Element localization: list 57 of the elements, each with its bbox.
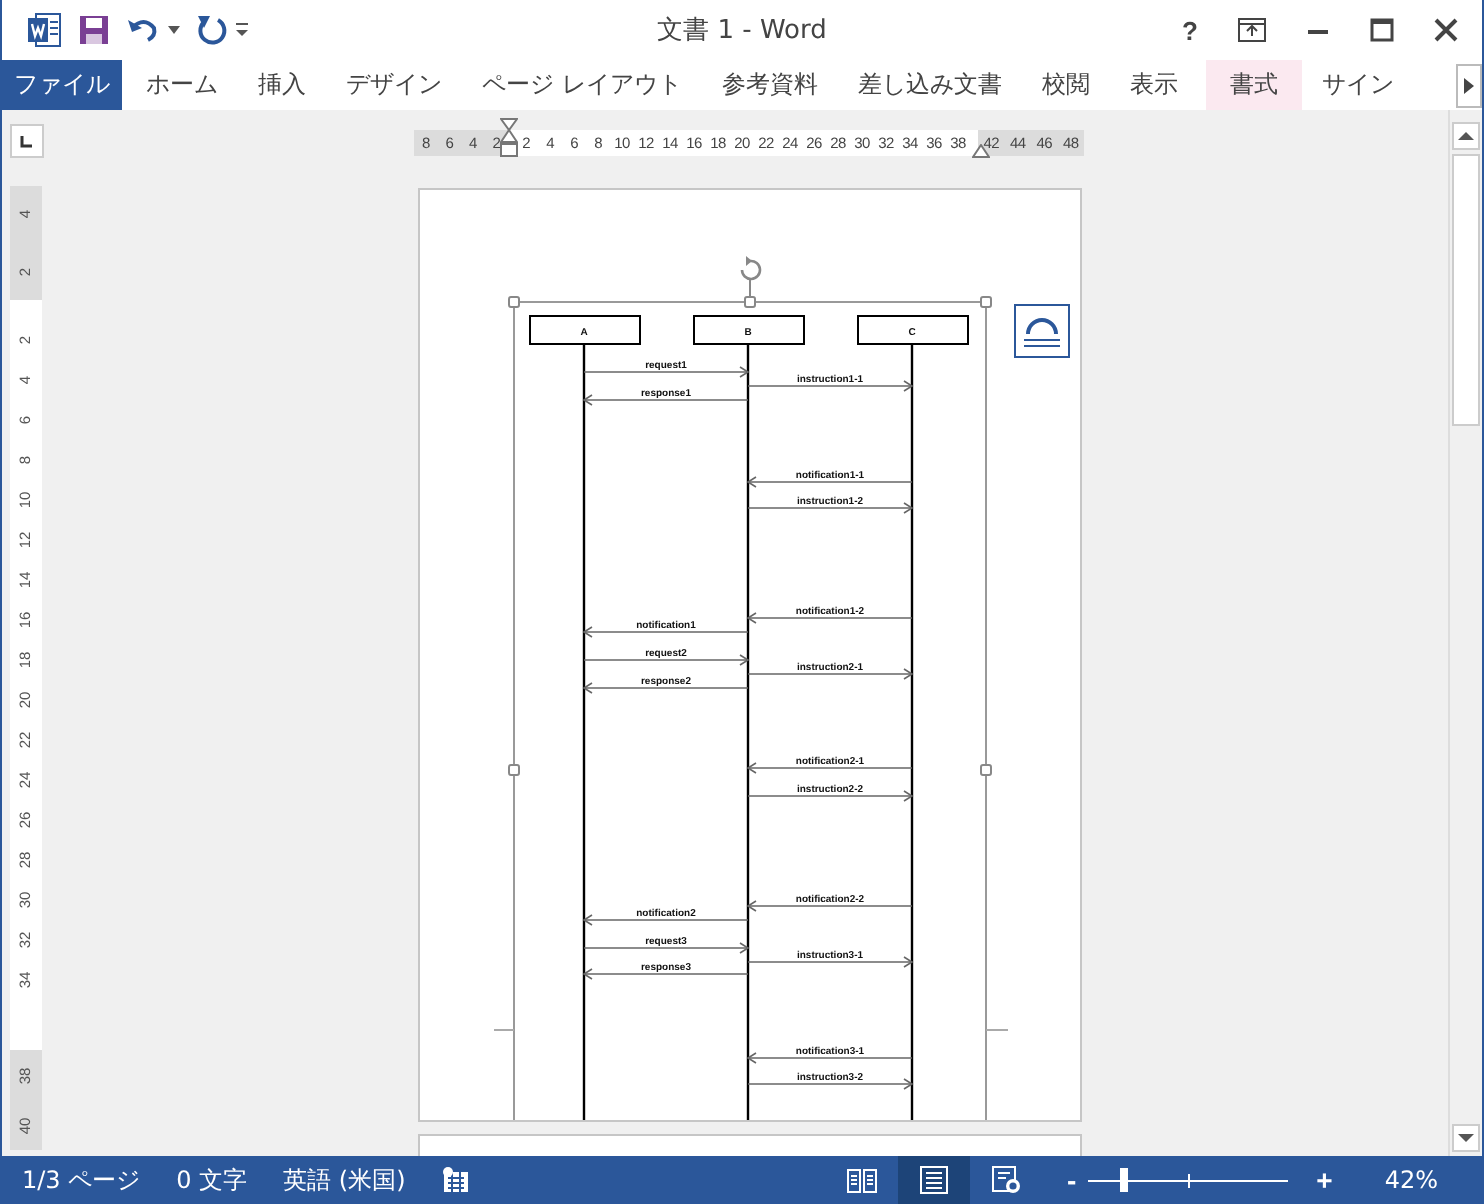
zoom-in-button[interactable]: + (1308, 1164, 1341, 1196)
message-arrow[interactable] (746, 956, 913, 968)
page-icon (918, 1166, 951, 1194)
message-arrow[interactable] (746, 668, 913, 680)
dropdown-caret-icon[interactable] (168, 26, 180, 34)
word-count[interactable]: 0 文字 (176, 1163, 248, 1197)
tab-stop-selector[interactable] (9, 124, 43, 158)
resize-handle[interactable] (979, 764, 991, 776)
window-title: 文書 1 - Word (657, 14, 827, 48)
undo-icon[interactable] (126, 14, 162, 46)
zoom-percentage[interactable]: 42% (1384, 1166, 1438, 1194)
word-logo-icon (26, 12, 62, 48)
maximize-icon[interactable] (1370, 18, 1394, 42)
zoom-out-button[interactable]: - (1058, 1164, 1085, 1196)
message-arrow[interactable] (582, 654, 749, 666)
scroll-right-icon[interactable] (1456, 64, 1482, 108)
save-icon[interactable] (78, 14, 110, 46)
language[interactable]: 英語 (米国) (283, 1163, 406, 1197)
message-arrow[interactable] (582, 942, 749, 954)
message-arrow[interactable] (745, 762, 912, 774)
print-layout-button[interactable] (898, 1156, 971, 1204)
message-arrow[interactable] (745, 612, 912, 624)
message-arrow[interactable] (746, 790, 913, 802)
customize-toolbar-icon[interactable] (234, 22, 250, 38)
resize-handle[interactable] (507, 296, 519, 308)
message-arrow[interactable] (745, 900, 912, 912)
macro-record-icon[interactable] (441, 1166, 470, 1194)
message-arrow[interactable] (581, 682, 748, 694)
book-icon (846, 1166, 879, 1194)
scrollbar-thumb[interactable] (1452, 154, 1480, 426)
resize-handle[interactable] (743, 296, 755, 308)
ribbon-display-options-icon[interactable] (1238, 18, 1266, 42)
resize-handle[interactable] (507, 764, 519, 776)
message-arrow[interactable] (746, 502, 913, 514)
message-arrow[interactable] (745, 1052, 912, 1064)
message-arrow[interactable] (581, 394, 748, 406)
help-button[interactable]: ? (1182, 15, 1198, 45)
message-arrow[interactable] (745, 476, 912, 488)
page-count[interactable]: 1/3 ページ (22, 1163, 141, 1197)
layout-options-icon[interactable] (1013, 304, 1069, 358)
ribbon-tab[interactable]: ファイル (2, 60, 122, 110)
close-icon[interactable] (1434, 18, 1458, 42)
redo-icon[interactable] (196, 14, 228, 46)
resize-handle[interactable] (979, 296, 991, 308)
message-arrow[interactable] (581, 968, 748, 980)
rotate-handle-icon[interactable] (739, 256, 761, 297)
message-arrow[interactable] (746, 380, 913, 392)
message-arrow[interactable] (582, 366, 749, 378)
web-page-icon (990, 1166, 1023, 1194)
left-tab-icon (20, 135, 32, 147)
message-arrow[interactable] (746, 1078, 913, 1090)
scroll-down-icon[interactable] (1452, 1124, 1480, 1152)
zoom-slider[interactable] (1088, 1168, 1289, 1192)
message-arrow[interactable] (581, 914, 748, 926)
ribbon-tab[interactable]: 書式 (1205, 60, 1302, 110)
message-arrow[interactable] (581, 626, 748, 638)
scroll-up-icon[interactable] (1452, 122, 1480, 150)
